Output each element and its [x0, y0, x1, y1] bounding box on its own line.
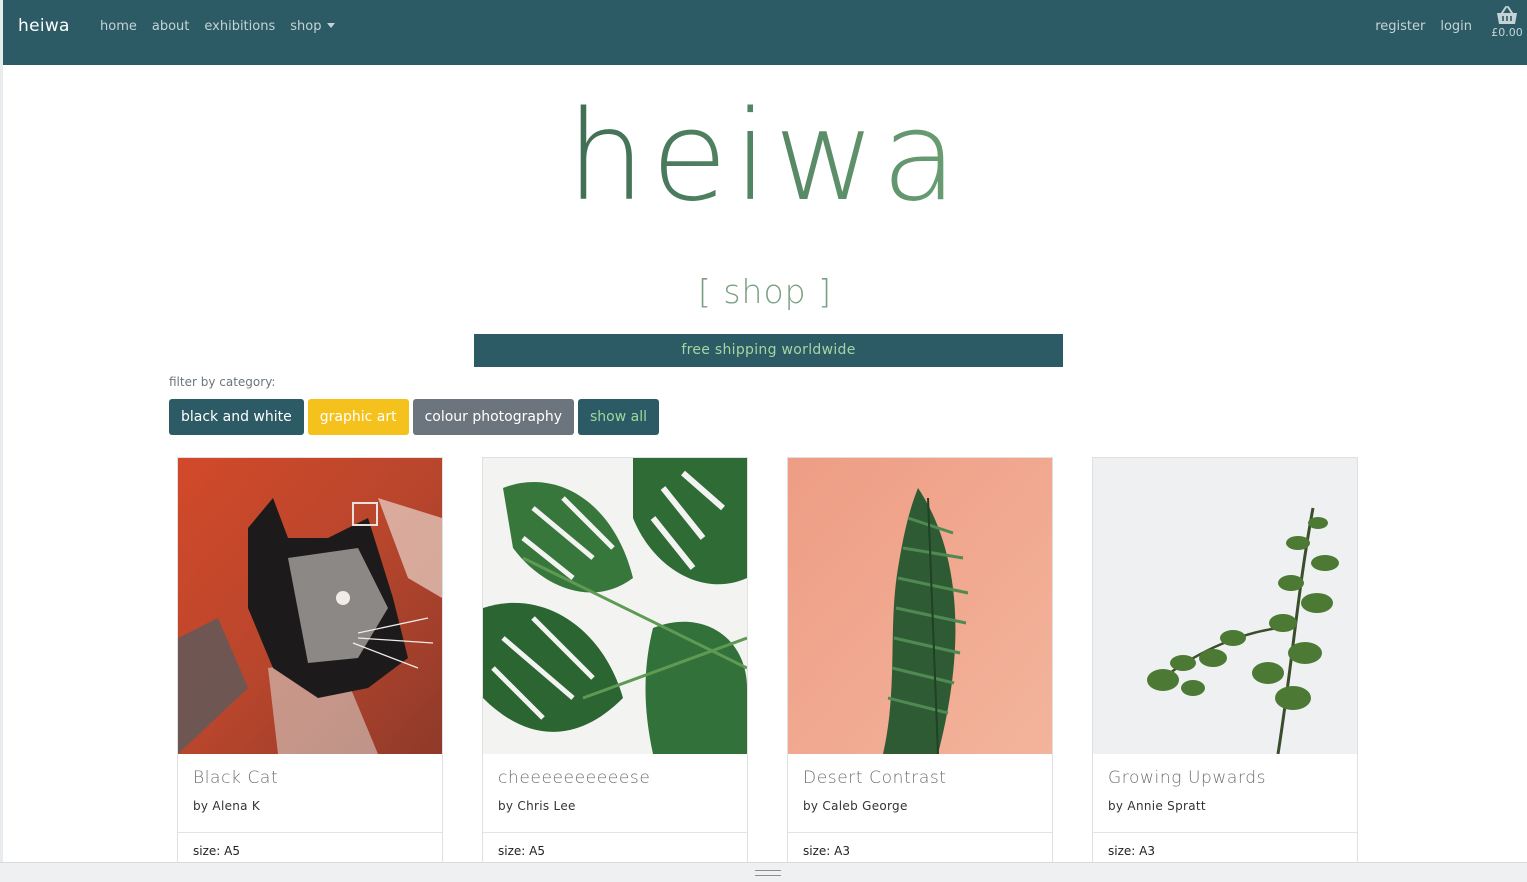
product-artist: by Annie Spratt: [1108, 799, 1206, 813]
product-size: size: A5: [498, 844, 545, 858]
product-title: Growing Upwards: [1108, 768, 1267, 788]
nav-home[interactable]: home: [100, 19, 137, 34]
product-size: size: A3: [803, 844, 850, 858]
product-artist: by Chris Lee: [498, 799, 576, 813]
product-title: Desert Contrast: [803, 768, 947, 788]
page: heiwa home about exhibitions shop regist…: [3, 0, 1527, 862]
product-size: size: A3: [1108, 844, 1155, 858]
product-grid: Black Cat by Alena K size: A5 cheeeeeeee…: [177, 457, 1358, 862]
shipping-banner: free shipping worldwide: [474, 334, 1063, 367]
product-image-desert-contrast[interactable]: [788, 458, 1052, 754]
nav-exhibitions[interactable]: exhibitions: [204, 19, 275, 34]
product-card[interactable]: Black Cat by Alena K size: A5: [177, 457, 443, 862]
nav-shop-dropdown[interactable]: shop: [290, 19, 336, 34]
product-card[interactable]: Growing Upwards by Annie Spratt size: A3: [1092, 457, 1358, 862]
divider: [178, 832, 442, 833]
page-title: [ shop ]: [698, 272, 832, 311]
filter-show-all-button[interactable]: show all: [578, 399, 660, 435]
resize-bar[interactable]: [0, 862, 1527, 882]
filter-buttons: black and white graphic art colour photo…: [169, 399, 660, 435]
divider: [788, 832, 1052, 833]
nav-login[interactable]: login: [1440, 19, 1472, 34]
filter-graphic-art-button[interactable]: graphic art: [307, 399, 409, 435]
divider: [483, 832, 747, 833]
brand-logo[interactable]: heiwa: [18, 16, 70, 36]
product-artist: by Caleb George: [803, 799, 908, 813]
basket-total: £0.00: [1491, 26, 1523, 39]
nav-about[interactable]: about: [152, 19, 190, 34]
product-title: cheeeeeeeeeese: [498, 768, 651, 788]
filter-black-and-white-button[interactable]: black and white: [169, 399, 304, 435]
filter-label: filter by category:: [169, 375, 276, 389]
product-image-black-cat[interactable]: [178, 458, 442, 754]
divider: [1093, 832, 1357, 833]
navbar: heiwa home about exhibitions shop regist…: [3, 0, 1527, 65]
product-title: Black Cat: [193, 768, 279, 788]
hero-title: heiwa: [566, 85, 964, 229]
nav-account: register login £0.00: [1375, 6, 1527, 56]
nav-links: home about exhibitions shop: [100, 19, 350, 34]
product-card[interactable]: Desert Contrast by Caleb George size: A3: [787, 457, 1053, 862]
basket-button[interactable]: £0.00: [1487, 6, 1527, 39]
chevron-down-icon: [327, 23, 336, 28]
nav-register[interactable]: register: [1375, 19, 1425, 34]
filter-colour-photography-button[interactable]: colour photography: [412, 399, 575, 435]
resize-handle-icon[interactable]: [755, 870, 781, 876]
basket-icon: [1497, 6, 1517, 24]
product-image-growing-upwards[interactable]: [1093, 458, 1357, 754]
product-size: size: A5: [193, 844, 240, 858]
product-image-monstera[interactable]: [483, 458, 747, 754]
product-card[interactable]: cheeeeeeeeeese by Chris Lee size: A5: [482, 457, 748, 862]
product-artist: by Alena K: [193, 799, 261, 813]
nav-shop-label: shop: [290, 19, 322, 34]
